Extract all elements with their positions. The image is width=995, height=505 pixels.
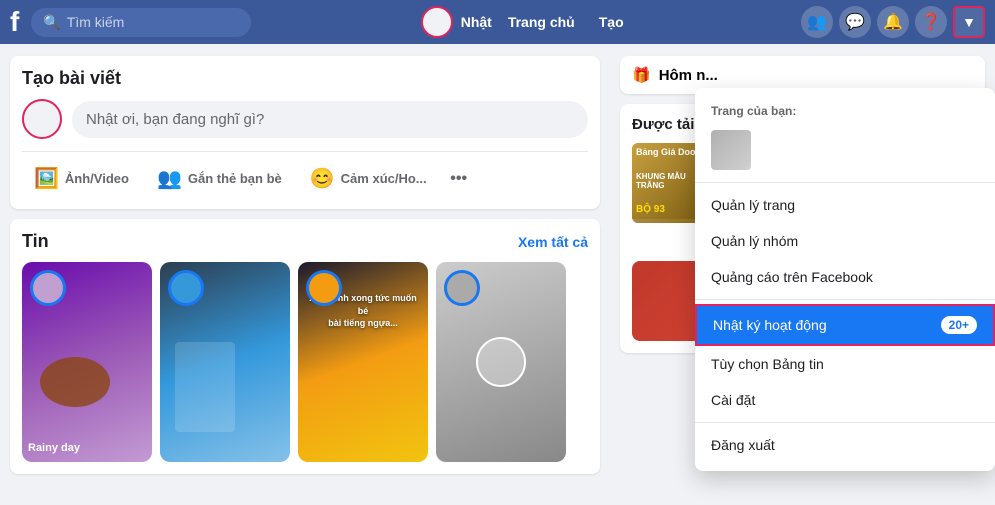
stories-section: Tin Xem tất cả Rainy day: [10, 219, 600, 474]
dropdown-item-quang-cao[interactable]: Quảng cáo trên Facebook: [695, 259, 995, 295]
header-center: Nhật Trang chủ Tạo: [251, 6, 801, 38]
stories-title: Tin: [22, 231, 49, 252]
story-avatar-4: [444, 270, 480, 306]
dropdown-item-quan-ly-trang[interactable]: Quản lý trang: [695, 187, 995, 223]
nav-home-link[interactable]: Trang chủ: [500, 10, 583, 34]
bell-icon: 🔔: [883, 12, 903, 32]
tag-friends-label: Gắn thẻ bạn bè: [188, 171, 282, 186]
stories-header: Tin Xem tất cả: [22, 231, 588, 252]
user-avatar[interactable]: [421, 6, 453, 38]
messenger-icon-button[interactable]: 💬: [839, 6, 871, 38]
friends-icon-button[interactable]: 👥: [801, 6, 833, 38]
hom-nay-title: Hôm n...: [659, 67, 718, 84]
search-bar[interactable]: 🔍: [31, 8, 251, 37]
dropdown-menu: Trang của bạn: Quản lý trang Quản lý nhó…: [695, 88, 995, 471]
hom-nay-icon: 🎁: [632, 66, 651, 84]
search-input[interactable]: [67, 14, 240, 30]
main-layout: Tạo bài viết Nhật ơi, bạn đang nghĩ gì? …: [0, 44, 995, 486]
story-content-2: [175, 342, 235, 432]
story-card-1[interactable]: Rainy day: [22, 262, 152, 462]
tag-icon: 👥: [157, 166, 182, 191]
composer-input[interactable]: Nhật ơi, bạn đang nghĩ gì?: [72, 101, 588, 138]
composer-top: Nhật ơi, bạn đang nghĩ gì?: [22, 99, 588, 139]
nav-create-link[interactable]: Tạo: [591, 10, 632, 34]
tag-friends-button[interactable]: 👥 Gắn thẻ bạn bè: [145, 160, 294, 197]
composer-title: Tạo bài viết: [22, 68, 588, 89]
header-right: 👥 💬 🔔 ❓ ▼: [801, 6, 985, 38]
dropdown-section-title: Trang của bạn:: [695, 96, 995, 122]
cai-dat-label: Cài đặt: [711, 392, 755, 408]
help-icon-button[interactable]: ❓: [915, 6, 947, 38]
help-icon: ❓: [921, 12, 941, 32]
quan-ly-trang-label: Quản lý trang: [711, 197, 795, 213]
left-column: Tạo bài viết Nhật ơi, bạn đang nghĩ gì? …: [0, 44, 610, 486]
dropdown-item-cai-dat[interactable]: Cài đặt: [695, 382, 995, 418]
story-card-4[interactable]: [436, 262, 566, 462]
search-icon: 🔍: [43, 14, 60, 31]
feeling-button[interactable]: 😊 Cảm xúc/Ho...: [298, 160, 439, 197]
dropdown-divider-3: [695, 422, 995, 423]
story-card-3[interactable]: xem hình xong tức muốn bébài tiếng ngựa.…: [298, 262, 428, 462]
tuy-chon-label: Tùy chọn Bảng tin: [711, 356, 824, 372]
page-avatar: [711, 130, 751, 170]
composer-actions: 🖼️ Ảnh/Video 👥 Gắn thẻ bạn bè 😊 Cảm xúc/…: [22, 151, 588, 197]
feeling-label: Cảm xúc/Ho...: [341, 171, 427, 186]
dropdown-divider-2: [695, 299, 995, 300]
photo-icon: 🖼️: [34, 166, 59, 191]
ellipsis-icon: •••: [450, 170, 467, 188]
friends-icon: 👥: [807, 12, 827, 32]
story-avatar-2: [168, 270, 204, 306]
stories-grid: Rainy day xem hình xong tức muốn bébài t…: [22, 262, 588, 462]
notifications-icon-button[interactable]: 🔔: [877, 6, 909, 38]
dropdown-item-tuy-chon[interactable]: Tùy chọn Bảng tin: [695, 346, 995, 382]
header-left: f 🔍: [10, 6, 251, 38]
chevron-down-icon: ▼: [962, 14, 976, 30]
facebook-logo: f: [10, 6, 19, 38]
messenger-icon: 💬: [845, 12, 865, 32]
photo-video-button[interactable]: 🖼️ Ảnh/Video: [22, 160, 141, 197]
user-name-link[interactable]: Nhật: [461, 14, 492, 30]
quan-ly-nhom-label: Quản lý nhóm: [711, 233, 798, 249]
story-card-2[interactable]: [160, 262, 290, 462]
see-all-link[interactable]: Xem tất cả: [518, 234, 588, 250]
composer-avatar: [22, 99, 62, 139]
nhat-ky-label: Nhật ký hoạt động: [713, 317, 827, 333]
header: f 🔍 Nhật Trang chủ Tạo 👥 💬 🔔 ❓ ▼: [0, 0, 995, 44]
story-label-1: Rainy day: [28, 442, 80, 454]
dropdown-divider-1: [695, 182, 995, 183]
story-avatar-3: [306, 270, 342, 306]
story-content-1: [40, 357, 110, 407]
dang-xuat-label: Đăng xuất: [711, 437, 775, 453]
photo-video-label: Ảnh/Video: [65, 171, 129, 186]
dropdown-item-nhat-ky[interactable]: Nhật ký hoạt động 20+: [695, 304, 995, 346]
dropdown-button[interactable]: ▼: [953, 6, 985, 38]
story-avatar-1: [30, 270, 66, 306]
more-options-button[interactable]: •••: [443, 163, 475, 195]
dropdown-page-item: [695, 122, 995, 178]
post-composer: Tạo bài viết Nhật ơi, bạn đang nghĩ gì? …: [10, 56, 600, 209]
dropdown-item-quan-ly-nhom[interactable]: Quản lý nhóm: [695, 223, 995, 259]
dropdown-item-dang-xuat[interactable]: Đăng xuất: [695, 427, 995, 463]
quang-cao-label: Quảng cáo trên Facebook: [711, 269, 873, 285]
feeling-icon: 😊: [310, 166, 335, 191]
nhat-ky-badge: 20+: [941, 316, 977, 334]
